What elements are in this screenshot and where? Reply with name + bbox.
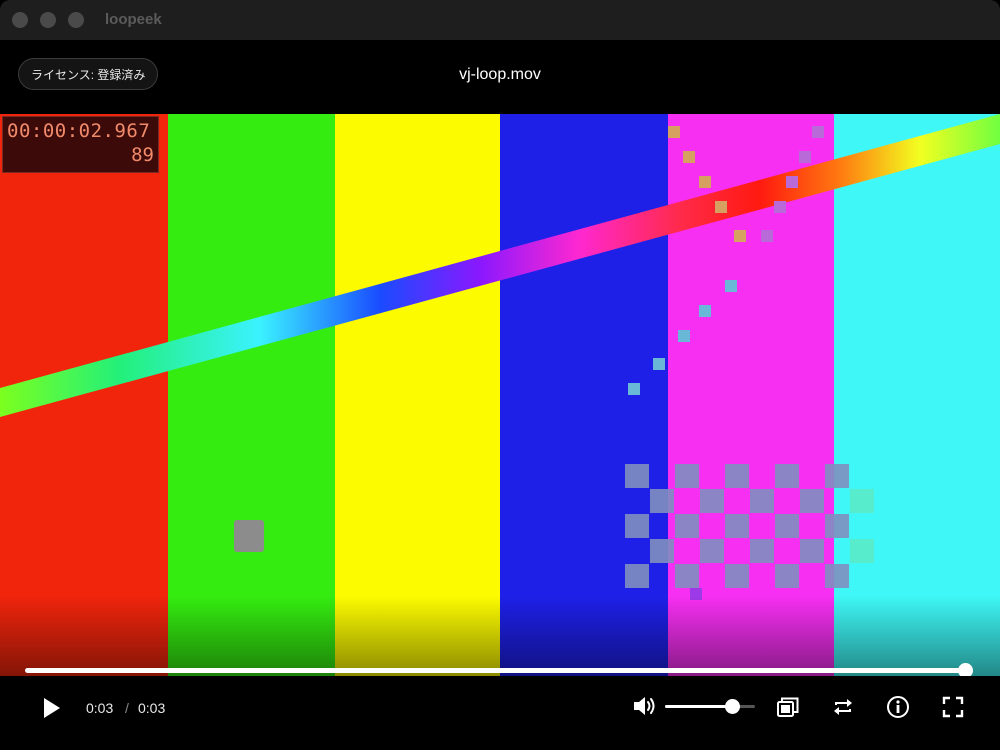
checker-square <box>825 464 849 488</box>
volume-handle[interactable] <box>724 699 740 714</box>
minimize-window-button[interactable] <box>40 12 56 28</box>
checker-square <box>750 489 774 513</box>
checker-square <box>850 539 874 563</box>
app-window: loopeek ライセンス: 登録済み vj-loop.mov 00:00:02… <box>0 0 1000 750</box>
fullscreen-icon[interactable] <box>942 696 964 718</box>
timecode-text: 00:00:02.967 <box>7 120 151 142</box>
frame-number: 89 <box>131 144 154 166</box>
particle-square <box>628 383 640 395</box>
seek-bar[interactable] <box>25 668 966 673</box>
checker-square <box>850 489 874 513</box>
checker-square <box>625 464 649 488</box>
checker-square <box>725 564 749 588</box>
timecode-overlay: 00:00:02.967 89 <box>2 116 159 173</box>
particle-square <box>761 230 773 242</box>
gray-square <box>234 520 264 552</box>
checker-square <box>625 564 649 588</box>
volume-slider[interactable] <box>665 705 755 708</box>
video-frame[interactable]: 00:00:02.967 89 <box>0 114 1000 676</box>
particle-square <box>734 230 746 242</box>
zoom-window-button[interactable] <box>68 12 84 28</box>
particle-square <box>653 358 665 370</box>
particle-square <box>699 305 711 317</box>
player-controls: 0:03 / 0:03 <box>0 676 1000 750</box>
title-bar: loopeek <box>0 0 1000 40</box>
video-title: vj-loop.mov <box>459 66 541 83</box>
loop-icon[interactable] <box>832 696 854 718</box>
app-title: loopeek <box>105 11 162 28</box>
checker-square <box>625 514 649 538</box>
checker-square <box>825 514 849 538</box>
checker-square <box>700 539 724 563</box>
controls-gradient <box>0 596 1000 676</box>
duration: 0:03 <box>138 700 166 716</box>
checker-square <box>825 564 849 588</box>
checker-pattern <box>625 464 874 588</box>
checker-square <box>675 564 699 588</box>
info-icon[interactable] <box>886 695 910 719</box>
particle-square <box>678 330 690 342</box>
video-graphics <box>0 114 1000 600</box>
checker-square <box>700 489 724 513</box>
checker-square <box>775 564 799 588</box>
checker-square <box>650 489 674 513</box>
particle-square <box>812 126 824 138</box>
checker-square <box>675 514 699 538</box>
particle-square <box>668 126 680 138</box>
time-separator: / <box>125 700 129 716</box>
checker-square <box>800 539 824 563</box>
play-icon[interactable] <box>42 697 62 719</box>
checker-square <box>775 464 799 488</box>
volume-level <box>665 705 733 708</box>
close-window-button[interactable] <box>12 12 28 28</box>
checker-square <box>750 539 774 563</box>
checker-square <box>725 514 749 538</box>
checker-square <box>775 514 799 538</box>
particle-square <box>725 280 737 292</box>
player-header: ライセンス: 登録済み vj-loop.mov <box>0 40 1000 114</box>
particle-square <box>683 151 695 163</box>
checker-square <box>800 489 824 513</box>
particle-square <box>715 201 727 213</box>
current-time: 0:03 <box>86 700 114 716</box>
particle-square <box>799 151 811 163</box>
particle-square <box>699 176 711 188</box>
volume-icon[interactable] <box>632 695 658 717</box>
checker-square <box>650 539 674 563</box>
checker-square <box>725 464 749 488</box>
particle-square <box>774 201 786 213</box>
particle-square <box>786 176 798 188</box>
pip-icon[interactable] <box>776 696 800 718</box>
checker-square <box>675 464 699 488</box>
